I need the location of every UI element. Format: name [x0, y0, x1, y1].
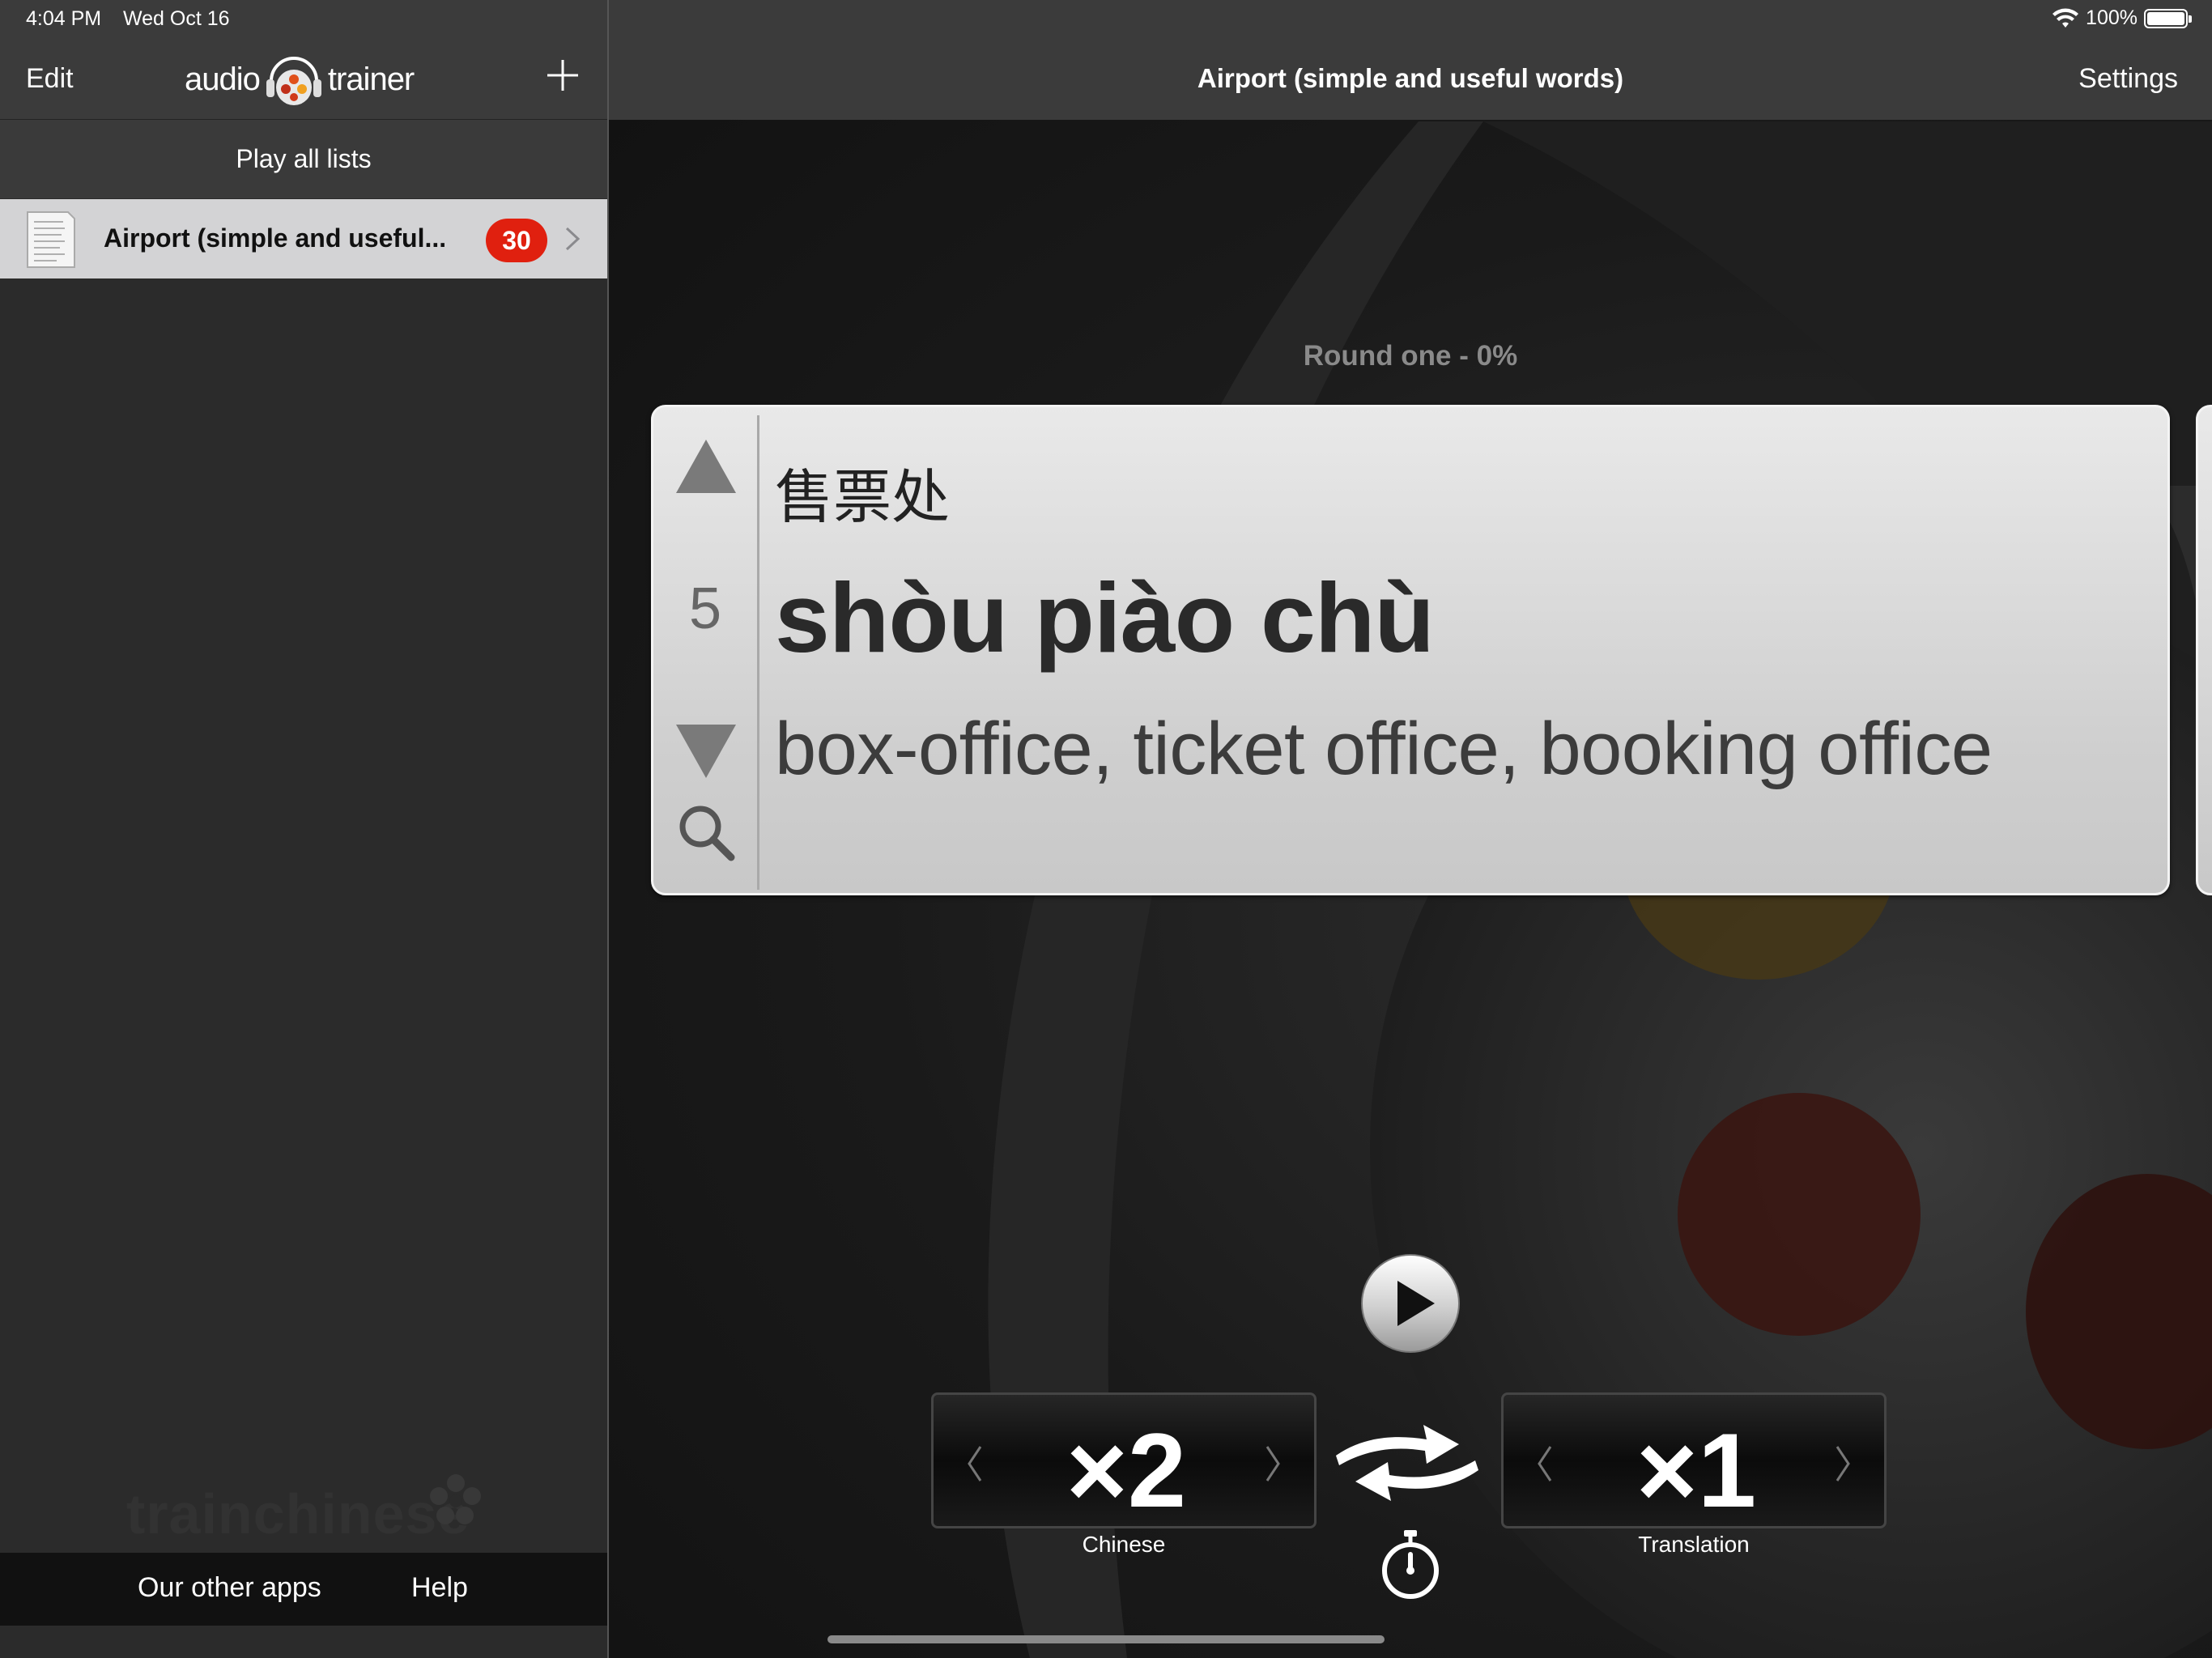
status-date: Wed Oct 16	[123, 7, 230, 30]
timer-icon[interactable]	[1376, 1528, 1444, 1601]
chinese-counter-label: Chinese	[1082, 1532, 1166, 1557]
chinese-repeat-counter[interactable]: ×2	[931, 1392, 1317, 1529]
headphones-reel-icon	[266, 57, 321, 105]
card-separator	[757, 415, 759, 890]
home-indicator[interactable]	[827, 1635, 1385, 1643]
flashcard[interactable]: 5 售票处 shòu piào chù box-office, ticket o…	[651, 405, 2170, 895]
sidebar-footer: Our other apps Help	[0, 1553, 607, 1626]
word-index: 5	[688, 576, 722, 641]
chevron-right-icon	[565, 227, 581, 251]
translation-repeat-value: ×1	[1636, 1411, 1757, 1529]
hanzi-text: 售票处	[775, 466, 951, 530]
translation-counter-label: Translation	[1638, 1532, 1750, 1557]
swap-order-icon[interactable]	[1331, 1418, 1483, 1507]
add-list-icon[interactable]	[542, 55, 583, 96]
translation-repeat-counter[interactable]: ×1	[1501, 1392, 1887, 1529]
increase-chinese-icon[interactable]	[1264, 1443, 1282, 1484]
status-indicators: 100%	[2052, 6, 2192, 30]
settings-button[interactable]: Settings	[2078, 63, 2178, 95]
play-all-lists-button[interactable]: Play all lists	[0, 120, 607, 199]
pinyin-text: shòu piào chù	[775, 563, 1435, 673]
help-link[interactable]: Help	[411, 1572, 468, 1604]
battery-percent: 100%	[2086, 6, 2138, 29]
logo-text-trainer: trainer	[327, 61, 415, 97]
next-word-arrow-icon[interactable]	[673, 721, 739, 781]
play-all-lists-label: Play all lists	[236, 144, 372, 173]
chinese-repeat-value: ×2	[1066, 1411, 1187, 1529]
status-bar: 4:04 PM Wed Oct 16 100%	[0, 0, 2212, 39]
flower-logo-icon	[430, 1474, 481, 1524]
page-title: Airport (simple and useful words)	[1197, 63, 1624, 93]
status-time: 4:04 PM	[26, 7, 102, 30]
list-item[interactable]: Airport (simple and useful... 30	[0, 199, 607, 278]
sidebar: Edit audio trainer Play all lists Airpor…	[0, 0, 607, 1658]
increase-translation-icon[interactable]	[1834, 1443, 1852, 1484]
app-logo: audio trainer	[185, 49, 415, 110]
round-progress: Round one - 0%	[1303, 340, 1518, 372]
logo-text-audio: audio	[185, 61, 261, 97]
translation-text: box-office, ticket office, booking offic…	[775, 708, 1993, 790]
battery-icon	[2144, 8, 2192, 28]
wifi-icon	[2052, 8, 2079, 28]
search-icon[interactable]	[676, 802, 738, 864]
list-title: Airport (simple and useful...	[104, 223, 447, 253]
document-icon	[27, 211, 75, 268]
main-panel: Airport (simple and useful words) Settin…	[609, 0, 2212, 1658]
previous-word-arrow-icon[interactable]	[673, 436, 739, 496]
other-apps-link[interactable]: Our other apps	[138, 1572, 321, 1604]
edit-button[interactable]: Edit	[26, 63, 74, 95]
trainchinese-watermark: trainchinese	[126, 1482, 470, 1545]
next-flashcard-peek	[2196, 405, 2212, 895]
play-button[interactable]	[1360, 1253, 1461, 1354]
word-count-badge: 30	[486, 219, 547, 262]
